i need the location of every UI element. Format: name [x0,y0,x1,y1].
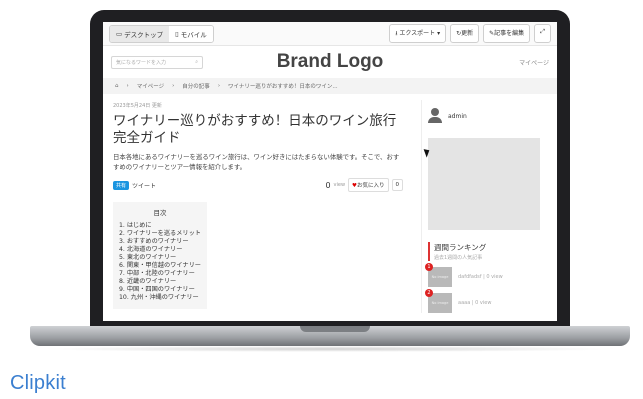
laptop-base [30,326,630,346]
toc-item[interactable]: 10. 九州・沖縄のワイナリー [119,294,201,302]
main-area: 2023年5月24日 更新 ワイナリー巡りがおすすめ！日本のワイン旅行完全ガイド… [103,94,557,313]
tweet-link[interactable]: ツイート [132,181,156,190]
rank-badge: 1 [425,263,433,271]
site-header: 気になるワードを入力 ⌕ Brand Logo マイページ [103,46,557,78]
mypage-link[interactable]: マイページ [519,58,549,67]
breadcrumb-sep-icon: › [126,83,129,89]
breadcrumb-item: ワイナリー巡りがおすすめ！日本のワイン... [228,84,338,90]
breadcrumb-item[interactable]: 自分の記事 [182,82,210,90]
ranking-item[interactable]: 1 No image dafdfadsf | 0 view [425,263,549,287]
toc-item[interactable]: 8. 近畿のワイナリー [119,278,201,286]
ranking-subtitle: 過去1週間の人気記事 [434,255,483,261]
breadcrumb-sep-icon: › [217,83,221,89]
ranking-title: 週間ランキング [434,243,487,252]
device-toggle: ▭ デスクトップ ▯ モバイル [109,24,214,43]
edit-article-button[interactable]: ✎記事を編集 [483,24,531,43]
toc-item[interactable]: 7. 中部・北陸のワイナリー [119,270,201,278]
favorite-button[interactable]: ♥お気に入り [348,178,389,192]
ranking-item[interactable]: 2 No image aaaa | 0 view [425,289,549,313]
toc-item[interactable]: 4. 北海道のワイナリー [119,246,201,254]
article-title: ワイナリー巡りがおすすめ！日本のワイン旅行完全ガイド [113,113,397,146]
ranking-text: aaaa | 0 view [458,300,492,306]
fullscreen-button[interactable]: ⤢ [534,24,551,43]
expand-icon: ⤢ [540,28,545,35]
edit-label: 記事を編集 [494,30,525,37]
ad-placeholder [428,138,540,230]
view-unit: view [333,182,346,188]
mobile-icon: ▯ [175,29,179,38]
toc-item[interactable]: 9. 中国・四国のワイナリー [119,286,201,294]
ranking-text: dafdfadsf | 0 view [458,274,503,280]
toc-item[interactable]: 3. おすすめのワイナリー [119,238,201,246]
search-icon: ⌕ [195,59,198,65]
view-count: 0 [325,180,331,190]
toc-item[interactable]: 1. はじめに [119,222,201,230]
download-icon: ⭳ [395,30,398,37]
clipkit-logo: Clipkit [10,372,66,394]
search-input[interactable]: 気になるワードを入力 ⌕ [111,55,203,69]
favorite-count: 0 [391,179,403,191]
toc-item[interactable]: 5. 東北のワイナリー [119,254,201,262]
article-lead: 日本各地にあるワイナリーを巡るワイン旅行は、ワイン好きにはたまらない体験です。そ… [113,153,400,171]
rank-badge: 2 [425,289,433,297]
breadcrumb: ⌂ › マイページ › 自分の記事 › ワイナリー巡りがおすすめ！日本のワイン.… [103,78,557,94]
favorite-label: お気に入り [356,183,385,189]
home-icon[interactable]: ⌂ [115,83,119,89]
mobile-label: モバイル [180,30,207,39]
laptop-notch [300,326,370,332]
sidebar: admin 週間ランキング 過去1週間の人気記事 1 No image dafd… [421,100,549,313]
share-bar: 共有 ツイート 0 view ♥お気に入り 0 [113,178,403,192]
author-box[interactable]: admin [428,108,549,124]
mobile-tab[interactable]: ▯ モバイル [169,25,213,42]
export-button[interactable]: ⭳ エクスポート ▾ [389,24,447,43]
toc-item[interactable]: 6. 関東・甲信越のワイナリー [119,262,201,270]
breadcrumb-sep-icon: › [172,83,175,89]
export-label: エクスポート [399,30,436,37]
toolbar-actions: ⭳ エクスポート ▾ ↻更新 ✎記事を編集 ⤢ [389,24,551,43]
avatar-icon [428,108,442,124]
table-of-contents: 目次 1. はじめに 2. ワイナリーを巡るメリット 3. おすすめのワイナリー… [113,202,207,309]
stage: ▭ デスクトップ ▯ モバイル ⭳ エクスポート ▾ ↻更新 ✎記事を編集 ⤢ 気に… [0,0,643,399]
toc-item[interactable]: 2. ワイナリーを巡るメリット [119,230,201,238]
search-placeholder: 気になるワードを入力 [116,59,167,66]
laptop-shadow [40,346,620,352]
article-date: 2023年5月24日 更新 [113,103,162,109]
laptop-screen: ▭ デスクトップ ▯ モバイル ⭳ エクスポート ▾ ↻更新 ✎記事を編集 ⤢ 気に… [103,22,557,321]
view-stats: 0 view ♥お気に入り 0 [325,178,403,192]
article: 2023年5月24日 更新 ワイナリー巡りがおすすめ！日本のワイン旅行完全ガイド… [113,100,403,313]
desktop-label: デスクトップ [124,30,164,39]
desktop-icon: ▭ [116,29,123,38]
breadcrumb-item[interactable]: マイページ [137,82,164,90]
laptop-lid: ▭ デスクトップ ▯ モバイル ⭳ エクスポート ▾ ↻更新 ✎記事を編集 ⤢ 気に… [90,10,570,335]
toc-heading: 目次 [153,209,167,217]
refresh-button[interactable]: ↻更新 [450,24,480,43]
desktop-tab[interactable]: ▭ デスクトップ [110,25,170,42]
refresh-label: 更新 [461,30,474,37]
tweet-badge[interactable]: 共有 [113,180,130,190]
weekly-ranking: 週間ランキング 過去1週間の人気記事 [428,242,549,261]
author-name: admin [448,112,467,120]
preview-toolbar: ▭ デスクトップ ▯ モバイル ⭳ エクスポート ▾ ↻更新 ✎記事を編集 ⤢ [103,22,557,46]
